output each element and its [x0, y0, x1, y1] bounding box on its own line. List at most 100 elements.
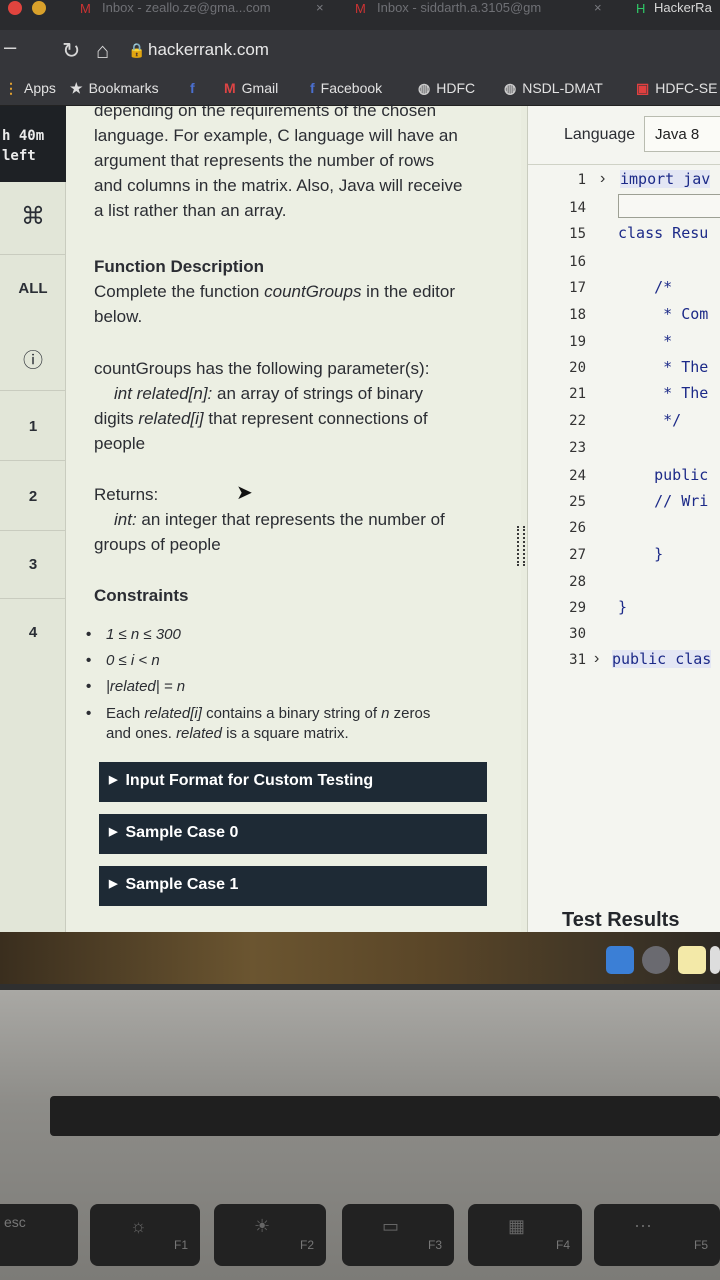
code-line[interactable]: }	[618, 598, 627, 616]
accordion-input-format[interactable]: ▶ Input Format for Custom Testing	[99, 762, 487, 802]
bookmark-facebook[interactable]: f Facebook	[310, 80, 382, 96]
browser-tab-bar: M Inbox - zeallo.ze@gma...com × M Inbox - …	[0, 0, 720, 30]
fold-chevron-icon[interactable]: ›	[594, 650, 599, 668]
gmail-icon: M	[224, 80, 236, 96]
code-editor-pane: Language Java 8 › › 1 import jav 14 15 class…	[527, 106, 720, 932]
key-label: esc	[4, 1214, 26, 1230]
code-line[interactable]: *	[618, 332, 672, 350]
test-results-heading[interactable]: Test Results	[562, 909, 679, 932]
notes-icon[interactable]	[678, 946, 706, 974]
line-number: 17	[569, 280, 586, 296]
gmail-icon: M	[355, 1, 366, 16]
divider	[0, 390, 66, 391]
key-label: F5	[693, 1238, 708, 1252]
keyboard-key[interactable]: ▭ F3	[342, 1204, 454, 1266]
key-symbol-icon: ☀	[254, 1216, 271, 1236]
apps-grid-icon: ⋮	[4, 80, 18, 96]
lock-icon: 🔒	[128, 42, 146, 58]
time-left-value: h 40m	[2, 128, 45, 144]
reload-icon[interactable]: ↻	[62, 38, 80, 64]
fold-chevron-icon[interactable]: ›	[600, 170, 605, 188]
laptop-hinge	[50, 1096, 720, 1136]
accordion-sample-case-0[interactable]: ▶ Sample Case 0	[99, 814, 487, 854]
command-icon[interactable]: ⌘	[0, 202, 66, 231]
constraint-item: • Each related[i] contains a binary stri…	[86, 705, 431, 742]
tab-hackerrank[interactable]: H HackerRa	[636, 0, 720, 20]
sidebar-item-question-1[interactable]: 1	[0, 418, 66, 435]
line-number: 20	[569, 360, 586, 376]
accordion-sample-case-1[interactable]: ▶ Sample Case 1	[99, 866, 487, 906]
code-line[interactable]: }	[618, 545, 663, 563]
key-symbol-icon: ⋯	[634, 1216, 652, 1236]
code-line[interactable]: * Com	[618, 305, 708, 323]
hackerrank-content: h 40m left ⌘ ALL ⓘ 1 2 3 4 depending on …	[0, 101, 720, 932]
constraint-item: • 0 ≤ i < n	[86, 652, 160, 669]
gmail-icon: M	[80, 1, 91, 16]
pane-resize-handle[interactable]	[517, 526, 525, 566]
divider	[0, 254, 66, 255]
line-number: 21	[569, 386, 586, 402]
info-icon[interactable]: ⓘ	[0, 344, 66, 373]
line-number: 26	[569, 520, 586, 536]
tab-inbox-1[interactable]: M Inbox - zeallo.ze@gma...com	[80, 0, 280, 20]
code-line[interactable]: public	[618, 466, 708, 484]
window-minimize-dot[interactable]	[32, 1, 46, 15]
code-line[interactable]: // Wri	[618, 492, 708, 510]
finder-icon[interactable]	[606, 946, 634, 974]
key-label: F3	[427, 1238, 442, 1252]
sidebar-item-question-3[interactable]: 3	[0, 556, 66, 573]
back-icon[interactable]: –	[4, 34, 16, 60]
intro-paragraph: depending on the requirements of the cho…	[94, 101, 463, 220]
bookmark-gmail[interactable]: M Gmail	[224, 80, 278, 96]
line-number: 14	[569, 200, 586, 216]
time-left-label: left	[2, 148, 36, 164]
returns-section: Returns: int: an integer that represents…	[94, 485, 445, 554]
sidebar-item-question-4[interactable]: 4	[0, 624, 66, 641]
line-number: 22	[569, 413, 586, 429]
keyboard-key[interactable]: ☀ F2	[214, 1204, 326, 1266]
url-text[interactable]: hackerrank.com	[148, 40, 269, 60]
problem-statement: depending on the requirements of the cho…	[66, 101, 521, 932]
keyboard-key[interactable]: ▦ F4	[468, 1204, 582, 1266]
home-icon[interactable]: ⌂	[96, 38, 109, 64]
line-number: 29	[569, 600, 586, 616]
tab-close-icon[interactable]: ×	[316, 0, 324, 15]
sidebar-item-question-2[interactable]: 2	[0, 488, 66, 505]
tab-close-icon[interactable]: ×	[594, 0, 602, 15]
key-label: F1	[173, 1238, 188, 1252]
tab-inbox-2[interactable]: M Inbox - siddarth.a.3105@gm	[355, 0, 585, 20]
code-line[interactable]: class Resu	[618, 224, 708, 242]
app-icon[interactable]	[710, 946, 720, 974]
keyboard-key[interactable]: ⋯ F5	[594, 1204, 720, 1266]
line-number: 30	[569, 626, 586, 642]
line-number: 27	[569, 547, 586, 563]
code-line[interactable]: /*	[618, 278, 672, 296]
globe-icon: ◍	[504, 80, 517, 96]
keyboard-key[interactable]: esc	[0, 1204, 78, 1266]
constraint-item: • 1 ≤ n ≤ 300	[86, 626, 181, 643]
code-line[interactable]: */	[618, 411, 681, 429]
code-line[interactable]: * The	[618, 384, 708, 402]
divider	[0, 598, 66, 599]
keyboard-key[interactable]: ☼ F1	[90, 1204, 200, 1266]
language-select[interactable]: Java 8	[644, 116, 720, 152]
bookmark-nsdl[interactable]: ◍ NSDL-DMAT	[504, 80, 603, 97]
code-line[interactable]: public clas	[612, 650, 712, 668]
bookmark-facebook-short[interactable]: f	[190, 80, 201, 96]
mouse-cursor-icon: ➤	[236, 482, 253, 504]
code-line[interactable]: import jav	[620, 170, 711, 188]
window-close-dot[interactable]	[8, 1, 22, 15]
line-number: 19	[569, 334, 586, 350]
photo-of-screen: M Inbox - zeallo.ze@gma...com × M Inbox - …	[0, 0, 720, 1280]
bookmark-apps[interactable]: ⋮ Apps	[4, 80, 56, 97]
hackerrank-icon: H	[636, 1, 646, 16]
divider	[528, 164, 720, 165]
launchpad-icon[interactable]	[642, 946, 670, 974]
bookmark-bookmarks[interactable]: ★ Bookmarks	[70, 80, 159, 97]
bookmark-hdfc[interactable]: ◍ HDFC	[418, 80, 475, 97]
section-heading: Function Description	[94, 257, 264, 276]
key-label: F2	[299, 1238, 314, 1252]
sidebar-item-all[interactable]: ALL	[0, 280, 66, 297]
code-line[interactable]: * The	[618, 358, 708, 376]
bookmark-hdfc-se[interactable]: ▣ HDFC-SE	[636, 80, 717, 97]
